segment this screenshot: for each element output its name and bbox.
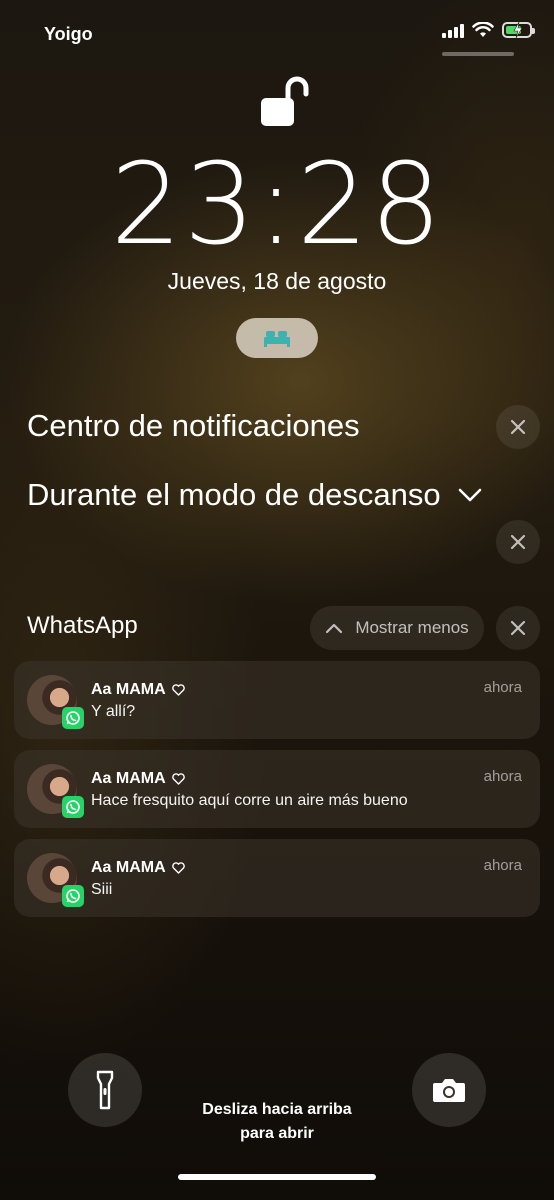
- whatsapp-group-title: WhatsApp: [27, 612, 138, 639]
- close-icon: [510, 419, 526, 435]
- notification-card[interactable]: Aa MAMA Y allí? ahora: [14, 661, 540, 739]
- sleep-focus-button[interactable]: [236, 318, 318, 358]
- sender-name: Aa MAMA: [91, 859, 166, 876]
- status-icons: [442, 22, 535, 38]
- whatsapp-icon: [62, 707, 84, 729]
- notification-message: Y allí?: [91, 703, 136, 720]
- camera-button[interactable]: [412, 1053, 486, 1127]
- whatsapp-icon: [62, 885, 84, 907]
- notification-center-close-button[interactable]: [496, 405, 540, 449]
- show-less-label: Mostrar menos: [355, 618, 469, 637]
- carrier-name: Yoigo: [44, 24, 93, 44]
- rest-mode-close-button[interactable]: [496, 520, 540, 564]
- swipe-hint-line2: para abrir: [240, 1125, 314, 1142]
- heart-icon: [171, 862, 185, 874]
- notification-sender: Aa MAMA: [91, 681, 185, 699]
- show-less-button[interactable]: Mostrar menos: [310, 606, 484, 650]
- notification-center-title: Centro de notificaciones: [27, 408, 360, 443]
- clock-time: 23:28: [110, 140, 444, 270]
- flashlight-icon: [96, 1070, 114, 1110]
- notification-card[interactable]: Aa MAMA Hace fresquito aquí corre un air…: [14, 750, 540, 828]
- notification-message: Hace fresquito aquí corre un aire más bu…: [91, 792, 408, 809]
- swipe-up-hint: Desliza hacia arriba para abrir: [177, 1098, 377, 1146]
- control-center-indicator[interactable]: [442, 52, 514, 56]
- swipe-hint-line1: Desliza hacia arriba: [202, 1101, 352, 1118]
- battery-icon: [502, 22, 535, 38]
- wifi-icon: [472, 22, 494, 37]
- close-icon: [510, 620, 526, 636]
- sender-name: Aa MAMA: [91, 770, 166, 787]
- heart-icon: [171, 773, 185, 785]
- notification-time: ahora: [483, 768, 522, 785]
- close-icon: [510, 534, 526, 550]
- bed-icon: [264, 331, 290, 347]
- notification-time: ahora: [483, 679, 522, 696]
- notification-sender: Aa MAMA: [91, 770, 185, 788]
- clock-date: Jueves, 18 de agosto: [167, 268, 387, 294]
- flashlight-button[interactable]: [68, 1053, 142, 1127]
- chevron-up-icon: [326, 623, 343, 634]
- notification-card[interactable]: Aa MAMA Siii ahora: [14, 839, 540, 917]
- chevron-down-icon: [458, 488, 481, 502]
- notification-sender: Aa MAMA: [91, 859, 185, 877]
- rest-mode-label: Durante el modo de descanso: [27, 477, 441, 512]
- camera-icon: [433, 1079, 465, 1102]
- sender-name: Aa MAMA: [91, 681, 166, 698]
- unlock-icon: [261, 76, 309, 126]
- whatsapp-group-close-button[interactable]: [496, 606, 540, 650]
- home-indicator[interactable]: [178, 1174, 376, 1180]
- notification-time: ahora: [483, 857, 522, 874]
- rest-mode-section-header[interactable]: Durante el modo de descanso: [27, 477, 483, 513]
- whatsapp-icon: [62, 796, 84, 818]
- notification-message: Siii: [91, 881, 113, 898]
- signal-icon: [442, 22, 464, 38]
- heart-icon: [171, 684, 185, 696]
